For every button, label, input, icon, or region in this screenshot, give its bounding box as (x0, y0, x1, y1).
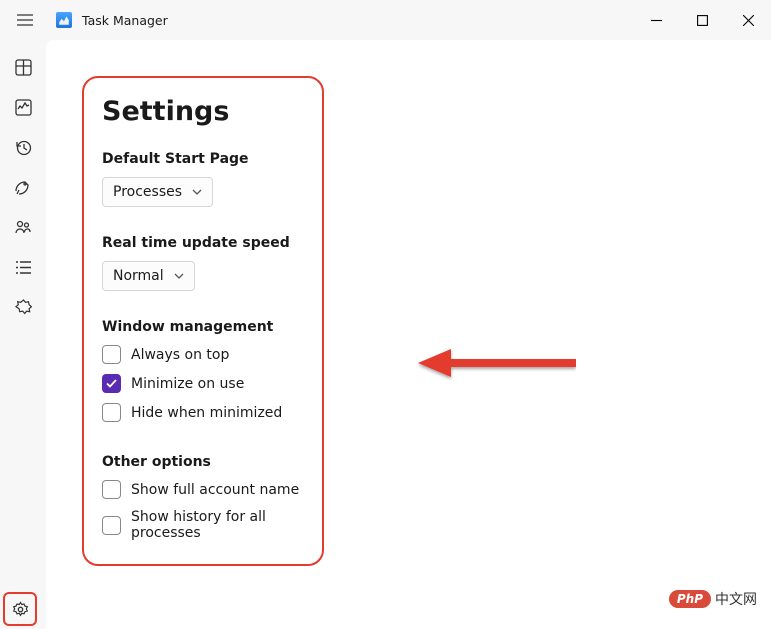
nav-startup[interactable] (6, 170, 40, 204)
users-icon (14, 219, 32, 236)
update-speed-select[interactable]: Normal (102, 261, 195, 291)
minimize-icon (651, 15, 662, 26)
performance-icon (15, 99, 32, 116)
processes-icon (15, 59, 32, 76)
startup-icon (14, 179, 32, 196)
services-icon (15, 299, 32, 316)
update-speed-label: Real time update speed (102, 235, 304, 251)
history-icon (15, 139, 32, 156)
nav-app-history[interactable] (6, 130, 40, 164)
minimize-on-use-checkbox[interactable] (102, 374, 121, 393)
default-start-select[interactable]: Processes (102, 177, 213, 207)
show-history-label: Show history for all processes (131, 509, 304, 541)
always-on-top-checkbox[interactable] (102, 345, 121, 364)
chevron-down-icon (174, 273, 184, 279)
show-history-checkbox[interactable] (102, 516, 121, 535)
nav-performance[interactable] (6, 90, 40, 124)
full-account-row: Show full account name (102, 480, 304, 499)
nav-processes[interactable] (6, 50, 40, 84)
sidebar (0, 40, 46, 629)
settings-panel: Settings Default Start Page Processes Re… (82, 76, 324, 566)
always-on-top-row: Always on top (102, 345, 304, 364)
update-speed-value: Normal (113, 268, 164, 284)
full-account-checkbox[interactable] (102, 480, 121, 499)
app-icon (56, 12, 72, 28)
window-mgmt-label: Window management (102, 319, 304, 335)
gear-icon (12, 601, 29, 618)
maximize-icon (697, 15, 708, 26)
hide-when-min-checkbox[interactable] (102, 403, 121, 422)
nav-services[interactable] (6, 290, 40, 324)
annotation-arrow (416, 346, 576, 380)
other-options-label: Other options (102, 454, 304, 470)
show-history-row: Show history for all processes (102, 509, 304, 541)
minimize-on-use-row: Minimize on use (102, 374, 304, 393)
maximize-button[interactable] (679, 4, 725, 36)
minimize-button[interactable] (633, 4, 679, 36)
nav-details[interactable] (6, 250, 40, 284)
close-icon (743, 15, 754, 26)
watermark-badge: PhP (669, 590, 711, 608)
hide-when-min-label: Hide when minimized (131, 405, 282, 421)
watermark: PhP 中文网 (669, 589, 757, 609)
minimize-on-use-label: Minimize on use (131, 376, 244, 392)
hamburger-icon (17, 14, 33, 26)
close-button[interactable] (725, 4, 771, 36)
watermark-text: 中文网 (715, 589, 757, 609)
hide-when-min-row: Hide when minimized (102, 403, 304, 422)
chevron-down-icon (192, 189, 202, 195)
window-controls (633, 4, 771, 36)
settings-heading: Settings (102, 96, 304, 127)
default-start-value: Processes (113, 184, 182, 200)
details-icon (15, 260, 32, 275)
settings-button[interactable] (3, 592, 37, 626)
nav-users[interactable] (6, 210, 40, 244)
hamburger-menu-button[interactable] (8, 3, 42, 37)
titlebar: Task Manager (0, 0, 771, 40)
main-content: Settings Default Start Page Processes Re… (46, 40, 771, 629)
always-on-top-label: Always on top (131, 347, 229, 363)
default-start-label: Default Start Page (102, 151, 304, 167)
app-title: Task Manager (82, 13, 168, 28)
full-account-label: Show full account name (131, 482, 299, 498)
